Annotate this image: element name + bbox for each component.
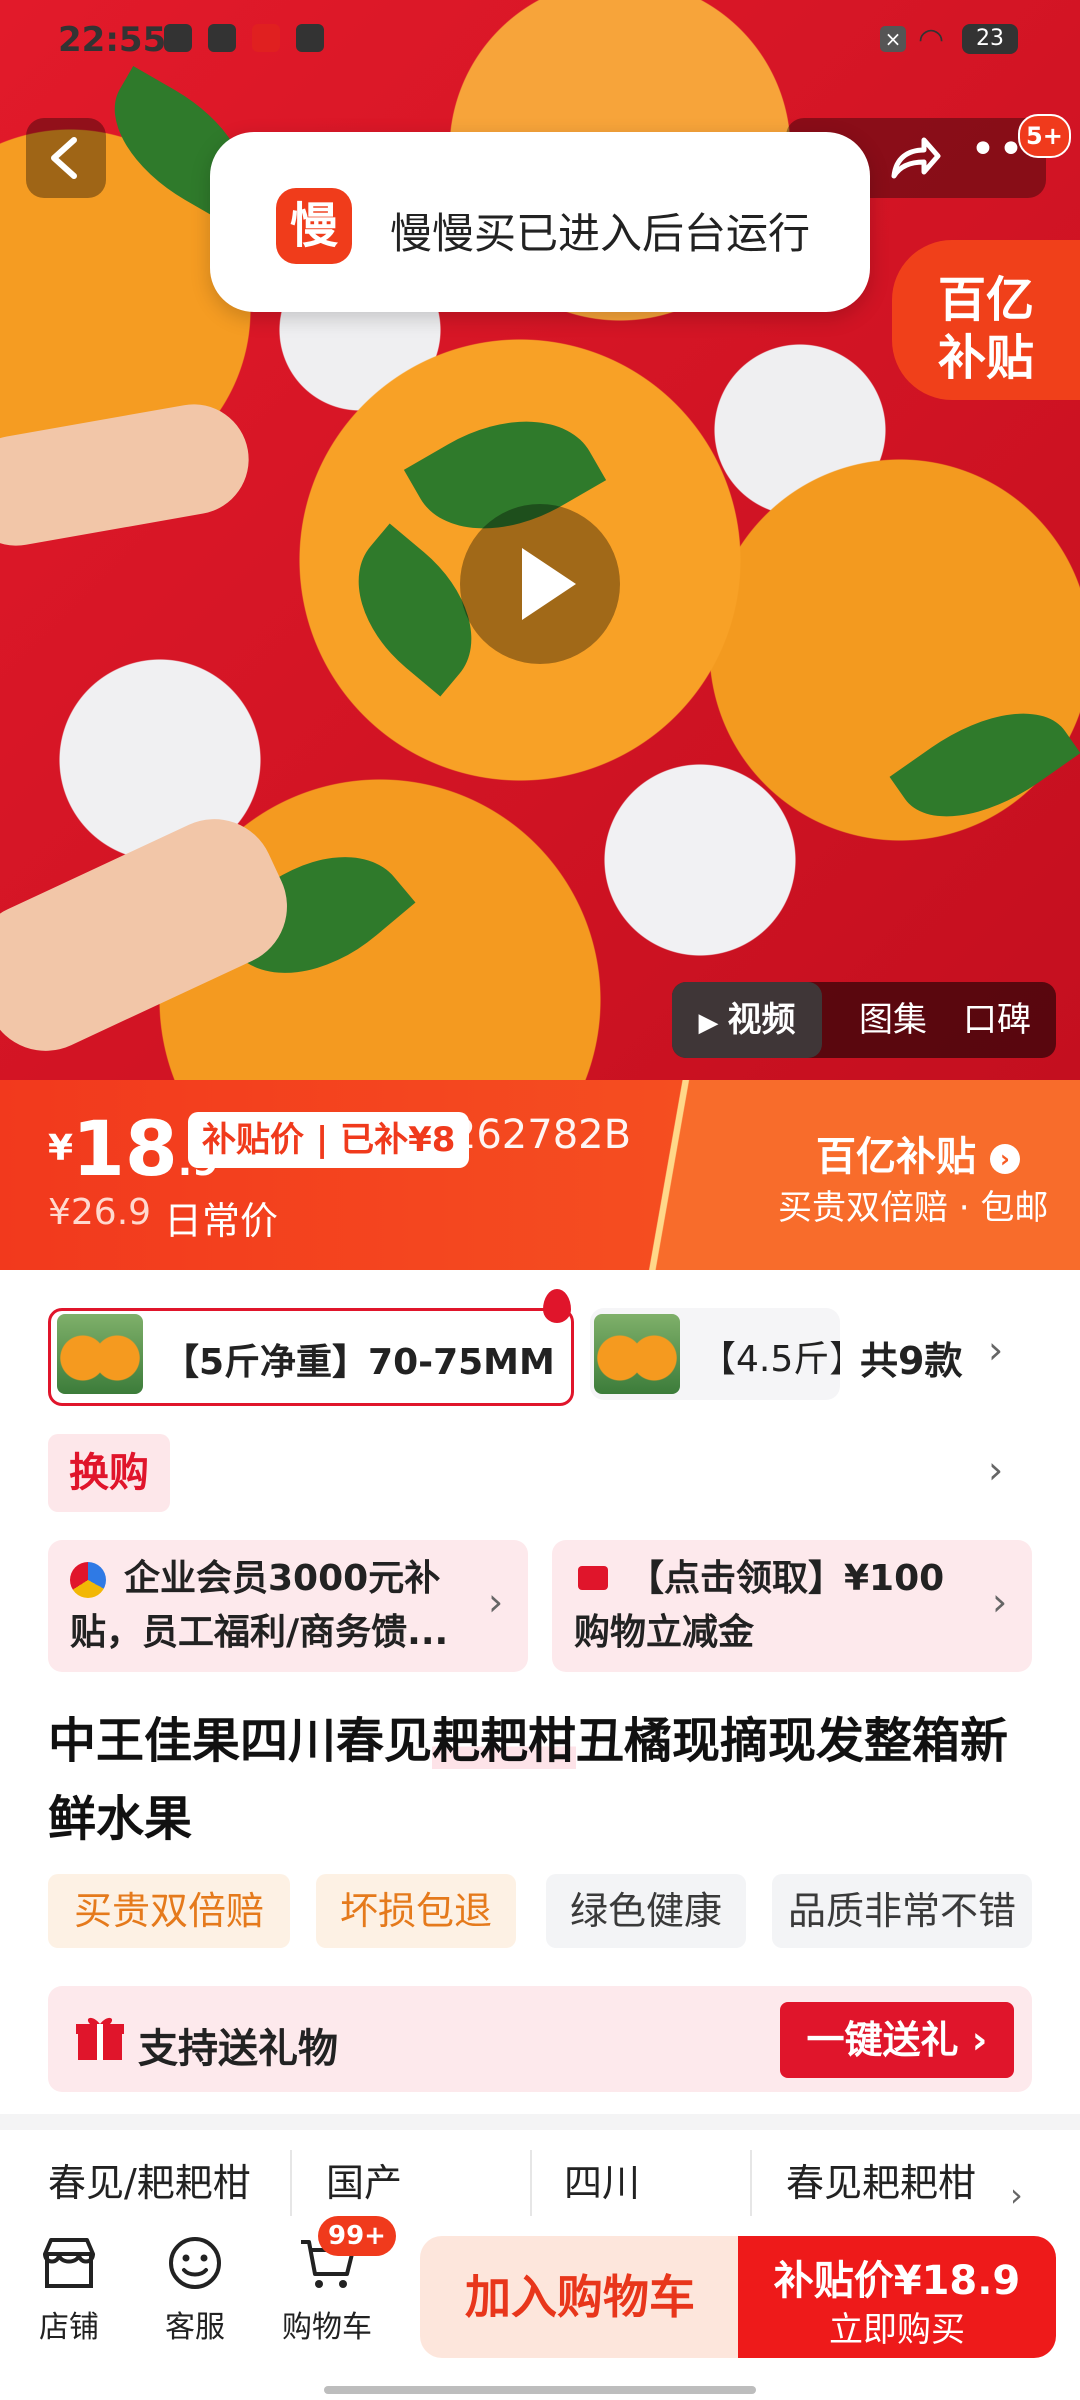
wifi-icon: ◠ — [918, 22, 945, 57]
gift-label: 支持送礼物 — [138, 2026, 338, 2072]
service-chip: 买贵双倍赔 — [48, 1874, 290, 1948]
promo-text: 购物立减金 — [574, 1612, 755, 1653]
app-logo-icon: 慢 — [276, 188, 352, 264]
store-icon — [43, 2238, 95, 2288]
app-icon — [252, 24, 280, 52]
buy-now-button[interactable]: 补贴价¥18.9 立即购买 — [738, 2236, 1056, 2358]
cart-count-badge: 99+ — [318, 2216, 396, 2256]
sku-label: 【4.5斤】 — [700, 1339, 840, 1380]
more-badge: 5+ — [1018, 114, 1071, 158]
attribute-divider — [530, 2150, 532, 2216]
currency-symbol: ¥ — [48, 1128, 74, 1169]
hot-drop-icon — [543, 1289, 571, 1323]
no-sim-icon: × — [880, 26, 906, 52]
tab-video[interactable]: ▶ 视频 — [672, 982, 822, 1058]
promo-text: 【点击领取】¥100 — [628, 1558, 945, 1599]
battery-icon: 23 — [962, 24, 1018, 54]
attribute-divider — [750, 2150, 752, 2216]
buy-price-label: 补贴价¥18.9 — [773, 2258, 1021, 2304]
chevron-right-icon: › — [992, 1580, 1008, 1624]
subsidy-badge-line2: 补贴 — [938, 330, 1035, 386]
toast-message: 慢慢买已进入后台运行 — [390, 209, 811, 258]
product-title: 中王佳果四川春见耙耙柑丑橘现摘现发整箱新鲜水果 — [48, 1713, 1009, 1847]
sku-option-selected[interactable]: 【5斤净重】70-75MM — [48, 1289, 574, 1406]
chevron-right-icon[interactable]: › — [988, 1328, 1003, 1372]
promo-coupon[interactable]: 【点击领取】¥100 购物立减金 › — [552, 1540, 1032, 1672]
subsidy-brand-panel[interactable]: 百亿补贴 › 买贵双倍赔 · 包邮 — [640, 1080, 1080, 1270]
promo-text: 贴，员工福利/商务馈... — [70, 1612, 449, 1653]
subsidy-price-pill: 补贴价 | 已补¥8 — [188, 1112, 470, 1168]
sku-thumbnail — [57, 1314, 143, 1394]
enterprise-icon — [70, 1562, 106, 1598]
arrow-right-icon: › — [989, 1144, 1020, 1174]
attribute-item: 四川 — [564, 2161, 641, 2205]
attribute-item: 春见耙耙柑 — [786, 2161, 976, 2205]
chevron-right-icon[interactable]: › — [988, 1448, 1003, 1492]
coupon-icon — [578, 1566, 608, 1590]
nav-store[interactable]: 店铺 — [14, 2234, 124, 2346]
nav-service[interactable]: 客服 — [140, 2234, 250, 2346]
share-icon[interactable] — [886, 132, 942, 184]
attribute-divider — [290, 2150, 292, 2216]
section-divider — [0, 2114, 1080, 2130]
chevron-right-icon: › — [488, 1580, 504, 1624]
status-time: 22:55 — [58, 20, 167, 60]
daily-price-label: 日常价 — [164, 1199, 279, 1243]
notification-icon — [164, 24, 192, 52]
media-tabs: ▶ 视频 图集 口碑 — [672, 982, 1056, 1058]
back-button[interactable] — [26, 118, 106, 198]
add-to-cart-button[interactable]: 加入购物车 — [420, 2236, 740, 2358]
buy-action-label: 立即购买 — [829, 2310, 965, 2350]
exchange-tag[interactable]: 换购 — [48, 1434, 170, 1512]
promo-text: 企业会员3000元补 — [124, 1558, 441, 1599]
sku-total[interactable]: 共9款 — [860, 1330, 962, 1385]
attribute-item: 国产 — [326, 2161, 403, 2205]
service-chip: 坏损包退 — [316, 1874, 516, 1948]
gift-icon — [76, 2017, 124, 2060]
back-arrow-icon — [51, 137, 77, 179]
nav-label: 购物车 — [282, 2310, 372, 2345]
brand-subtitle: 买贵双倍赔 · 包邮 — [778, 1188, 1049, 1228]
service-chip: 品质非常不错 — [772, 1874, 1032, 1948]
tab-gallery[interactable]: 图集 — [848, 982, 938, 1058]
sku-option[interactable]: 【4.5斤】 — [590, 1308, 840, 1400]
brand-title: 百亿补贴 › — [816, 1124, 1020, 1182]
nav-label: 店铺 — [39, 2310, 99, 2345]
status-bar: 22:55 × ◠ 23 — [0, 0, 1080, 80]
nav-label: 客服 — [165, 2310, 225, 2345]
chevron-right-icon[interactable]: › — [1010, 2176, 1023, 2214]
play-button[interactable] — [460, 504, 620, 664]
service-icon — [169, 2237, 221, 2289]
attribute-item: 春见/耙耙柑 — [48, 2161, 251, 2205]
original-price: ¥26.9 — [48, 1192, 152, 1233]
background-run-toast: 慢 慢慢买已进入后台运行 — [210, 132, 870, 312]
video-app-icon — [208, 24, 236, 52]
tab-reviews[interactable]: 口碑 — [952, 982, 1042, 1058]
promo-enterprise[interactable]: 企业会员3000元补 贴，员工福利/商务馈... › — [48, 1540, 528, 1672]
home-indicator[interactable] — [324, 2386, 756, 2394]
sku-thumbnail — [594, 1314, 680, 1394]
service-chip: 绿色健康 — [546, 1874, 746, 1948]
sku-label: 【5斤净重】70-75MM — [163, 1342, 555, 1383]
gift-banner: 支持送礼物 一键送礼 › — [48, 1986, 1032, 2092]
price-bar: 百亿补贴 › 买贵双倍赔 · 包邮 ¥ 18.9 69262782B 补贴价 |… — [0, 1080, 1080, 1270]
send-gift-button[interactable]: 一键送礼 › — [780, 2002, 1014, 2078]
subsidy-badge: 百亿 补贴 — [892, 240, 1080, 400]
lightning-divider — [640, 1080, 700, 1270]
folder-icon — [296, 24, 324, 52]
